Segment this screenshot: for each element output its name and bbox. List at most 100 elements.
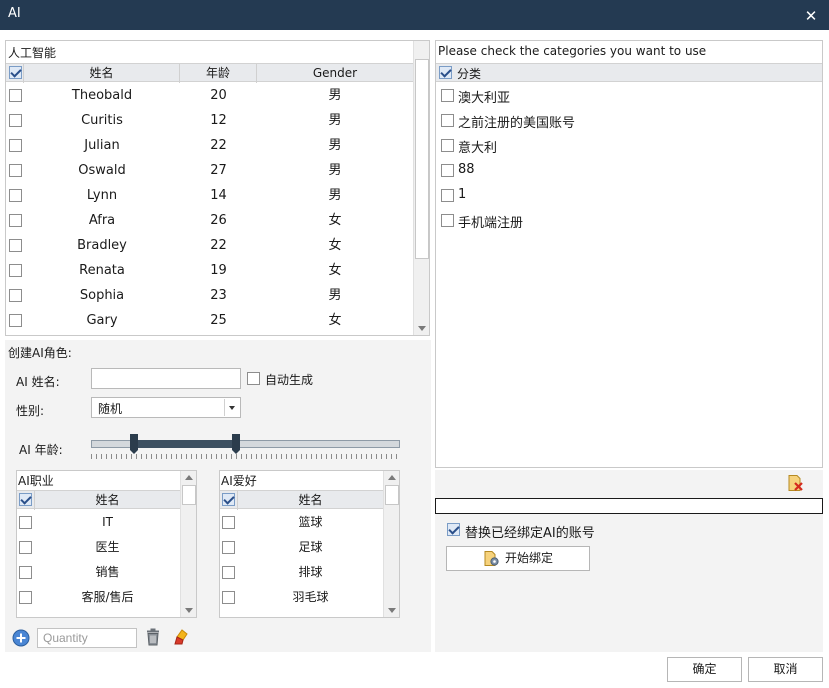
category-item[interactable]: 手机端注册 (438, 208, 818, 233)
cell-name: 医生 (95, 540, 120, 554)
job-select-all-checkbox[interactable] (19, 493, 32, 506)
gender-label: 性别: (16, 404, 45, 418)
row-checkbox[interactable] (9, 289, 22, 302)
scrollbar-thumb[interactable] (415, 59, 429, 259)
row-checkbox[interactable] (9, 314, 22, 327)
quantity-input[interactable] (38, 629, 136, 647)
row-checkbox[interactable] (9, 89, 22, 102)
job-grid-caption: AI职业 (18, 474, 54, 488)
category-checkbox[interactable] (441, 114, 454, 127)
category-checkbox[interactable] (441, 214, 454, 227)
scroll-up-icon[interactable] (388, 475, 396, 480)
row-checkbox[interactable] (9, 114, 22, 127)
list-item[interactable]: IT (17, 510, 180, 535)
age-max-handle[interactable] (232, 434, 241, 454)
auto-generate-checkbox[interactable] (247, 372, 260, 385)
category-item[interactable]: 88 (438, 158, 818, 183)
category-item[interactable]: 意大利 (438, 133, 818, 158)
row-checkbox[interactable] (19, 566, 32, 579)
category-checkbox[interactable] (441, 139, 454, 152)
category-checkbox[interactable] (441, 164, 454, 177)
table-row[interactable]: Renata 19 女 (6, 258, 413, 283)
row-checkbox[interactable] (222, 591, 235, 604)
list-item[interactable]: 篮球 (220, 510, 383, 535)
hobby-grid-caption: AI爱好 (221, 474, 257, 488)
header-gender[interactable]: Gender (257, 64, 413, 83)
cell-gender: 男 (328, 163, 342, 178)
list-item[interactable]: 客服/售后 (17, 585, 180, 610)
hobby-grid-scrollbar[interactable] (383, 471, 399, 617)
scrollbar-thumb[interactable] (385, 485, 399, 505)
category-item[interactable]: 1 (438, 183, 818, 208)
category-item[interactable]: 澳大利亚 (438, 83, 818, 108)
job-header-name[interactable]: 姓名 (35, 491, 180, 510)
table-row[interactable]: Afra 26 女 (6, 208, 413, 233)
header-select-all[interactable] (6, 64, 24, 83)
header-name[interactable]: 姓名 (24, 64, 180, 83)
row-checkbox[interactable] (19, 516, 32, 529)
scroll-down-icon[interactable] (185, 608, 193, 613)
table-row[interactable]: Gary 25 女 (6, 308, 413, 333)
ai-name-input[interactable] (91, 368, 241, 389)
hobby-select-all[interactable] (220, 491, 238, 510)
table-row[interactable]: Oswald 27 男 (6, 158, 413, 183)
list-item[interactable]: 羽毛球 (220, 585, 383, 610)
row-checkbox[interactable] (9, 139, 22, 152)
table-row[interactable]: Bradley 22 女 (6, 233, 413, 258)
row-checkbox[interactable] (9, 189, 22, 202)
close-button[interactable]: ✕ (800, 5, 822, 27)
table-row[interactable]: Lynn 14 男 (6, 183, 413, 208)
row-checkbox[interactable] (222, 566, 235, 579)
list-item[interactable]: 医生 (17, 535, 180, 560)
add-circle-icon[interactable] (12, 629, 30, 647)
cell-gender: 男 (328, 188, 342, 203)
cell-name: Curitis (81, 113, 123, 128)
auto-generate-label: 自动生成 (265, 373, 314, 387)
job-select-all[interactable] (17, 491, 35, 510)
cell-gender: 女 (328, 263, 342, 278)
eraser-icon[interactable] (172, 628, 190, 646)
header-age[interactable]: 年龄 (180, 64, 257, 83)
delete-category-icon[interactable] (786, 474, 804, 492)
list-item[interactable]: 排球 (220, 560, 383, 585)
table-row[interactable]: Curitis 12 男 (6, 108, 413, 133)
job-grid-scrollbar[interactable] (180, 471, 196, 617)
select-all-checkbox[interactable] (9, 66, 22, 79)
cancel-button[interactable]: 取消 (748, 657, 823, 682)
row-checkbox[interactable] (9, 164, 22, 177)
hobby-header-name[interactable]: 姓名 (238, 491, 383, 510)
ok-button[interactable]: 确定 (667, 657, 742, 682)
trash-icon[interactable] (145, 628, 161, 646)
scrollbar-thumb[interactable] (182, 485, 196, 505)
cell-gender: 男 (328, 88, 342, 103)
replace-bound-checkbox[interactable] (447, 523, 460, 536)
ai-grid-scrollbar[interactable] (413, 41, 429, 335)
table-row[interactable]: Julian 22 男 (6, 133, 413, 158)
scroll-up-icon[interactable] (185, 475, 193, 480)
gender-select[interactable]: 随机 (91, 397, 241, 418)
chevron-down-icon[interactable] (224, 399, 239, 416)
quantity-input-box[interactable] (37, 628, 137, 648)
list-item[interactable]: 足球 (220, 535, 383, 560)
row-checkbox[interactable] (9, 239, 22, 252)
hobby-select-all-checkbox[interactable] (222, 493, 235, 506)
category-label: 手机端注册 (458, 216, 524, 231)
row-checkbox[interactable] (9, 264, 22, 277)
start-bind-button[interactable]: 开始绑定 (446, 546, 590, 571)
category-checkbox[interactable] (441, 89, 454, 102)
table-row[interactable]: Sophia 23 男 (6, 283, 413, 308)
scroll-down-icon[interactable] (418, 326, 426, 331)
cell-gender: 女 (328, 238, 342, 253)
scroll-down-icon[interactable] (388, 608, 396, 613)
row-checkbox[interactable] (19, 591, 32, 604)
category-item[interactable]: 之前注册的美国账号 (438, 108, 818, 133)
row-checkbox[interactable] (19, 541, 32, 554)
age-min-handle[interactable] (130, 434, 139, 454)
row-checkbox[interactable] (222, 516, 235, 529)
category-checkbox[interactable] (441, 189, 454, 202)
list-item[interactable]: 销售 (17, 560, 180, 585)
row-checkbox[interactable] (222, 541, 235, 554)
categories-select-all-checkbox[interactable] (439, 66, 452, 79)
row-checkbox[interactable] (9, 214, 22, 227)
table-row[interactable]: Theobald 20 男 (6, 83, 413, 108)
